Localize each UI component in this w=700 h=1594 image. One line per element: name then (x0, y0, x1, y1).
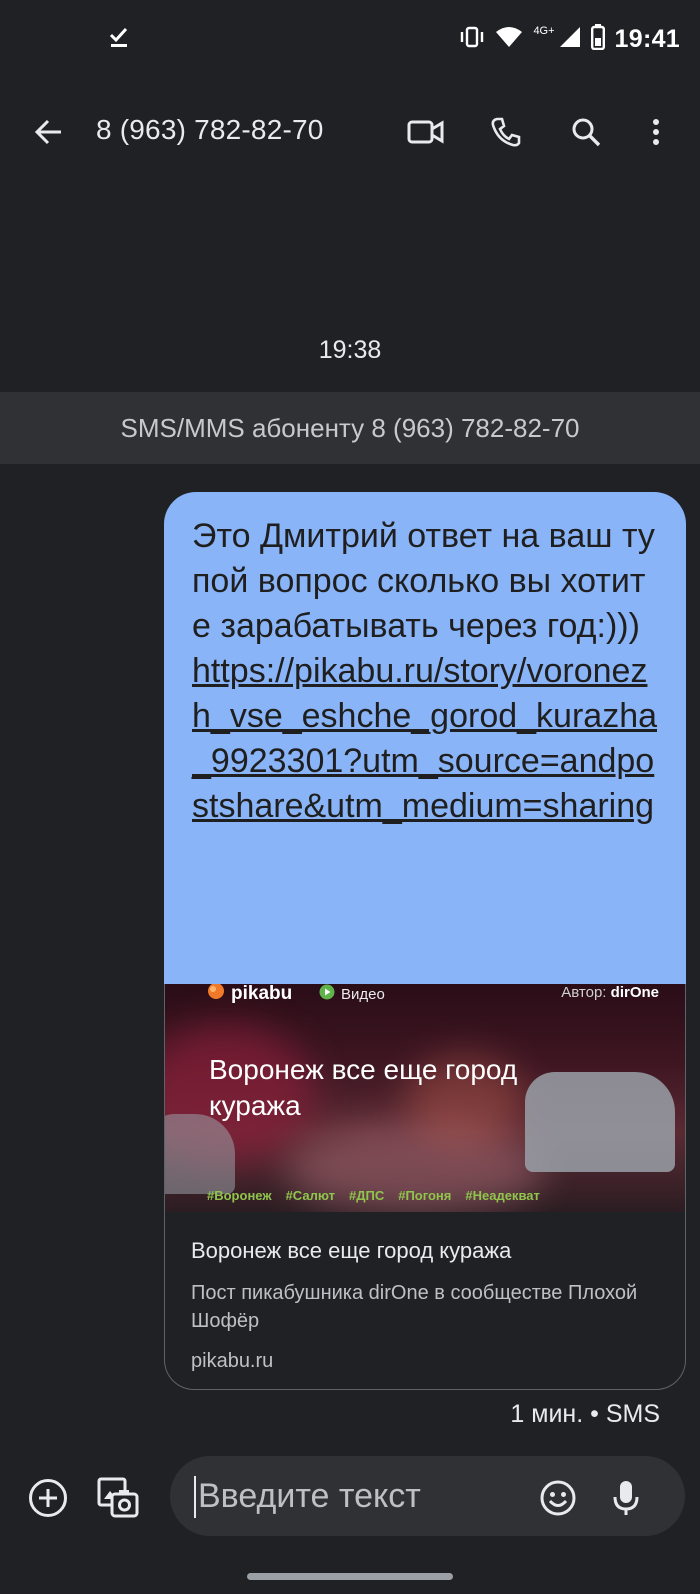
sms-recipient-banner: SMS/MMS абоненту 8 (963) 782-82-70 (0, 392, 700, 464)
pikabu-logo-icon (207, 984, 225, 1005)
hashtag: #Неадекват (465, 1188, 540, 1203)
video-call-icon[interactable] (404, 110, 448, 154)
status-icons: 4G+ 19:41 (459, 24, 680, 55)
back-arrow-icon[interactable] (26, 110, 70, 154)
video-label: Видео (341, 985, 385, 1003)
status-clock: 19:41 (614, 25, 680, 53)
status-bar: 4G+ 19:41 (0, 0, 700, 80)
message-status: 1 мин. • SMS (510, 1400, 660, 1428)
video-tag: Видео (319, 984, 385, 1004)
mic-icon[interactable] (602, 1474, 650, 1522)
conversation-timestamp: 19:38 (318, 336, 382, 364)
message-body: Это Дмитрий ответ на ваш тупой вопрос ск… (192, 517, 655, 645)
hashtag: #ДПС (349, 1188, 385, 1203)
hashtag: #Салют (285, 1188, 335, 1203)
outgoing-message-bubble[interactable]: Это Дмитрий ответ на ваш тупой вопрос ск… (164, 492, 686, 984)
compose-field[interactable] (170, 1456, 685, 1536)
battery-icon (590, 24, 605, 55)
link-preview-domain: pikabu.ru (191, 1350, 274, 1372)
message-input[interactable] (198, 1456, 528, 1536)
emoji-icon[interactable] (534, 1474, 582, 1522)
phone-icon[interactable] (484, 110, 528, 154)
download-done-icon (108, 26, 130, 53)
network-type-label: 4G+ (533, 24, 555, 37)
link-preview-title: Воронеж все еще город куража (191, 1238, 512, 1263)
more-vert-icon[interactable] (634, 110, 678, 154)
add-circle-icon[interactable] (24, 1474, 72, 1522)
wifi-icon (495, 26, 523, 53)
gallery-icon[interactable] (94, 1474, 142, 1522)
signal-icon (559, 26, 581, 53)
author-prefix: Автор: (561, 984, 607, 1001)
message-text: Это Дмитрий ответ на ваш тупой вопрос ск… (192, 514, 660, 829)
author-name: dirOne (610, 984, 659, 1001)
message-link[interactable]: https://pikabu.ru/story/voronezh_vse_esh… (192, 652, 657, 825)
gesture-nav-handle[interactable] (247, 1573, 453, 1580)
hashtag-list: #Воронеж #Салют #ДПС #Погоня #Неадекват (207, 1188, 540, 1203)
pikabu-brand-name: pikabu (231, 984, 293, 1004)
play-icon (319, 984, 335, 1004)
pikabu-logo: pikabu (207, 984, 292, 1005)
link-preview-description: Пост пикабушника dirOne в сообществе Пло… (191, 1282, 638, 1332)
link-preview-card[interactable]: pikabu Видео Автор: dirOne Воронеж все е… (164, 984, 686, 1390)
contact-title[interactable]: 8 (963) 782-82-70 (96, 114, 324, 146)
author-tag: Автор: dirOne (561, 984, 659, 1001)
compose-bar (0, 1456, 700, 1536)
preview-image-headline: Воронеж все еще город куража (209, 1054, 518, 1121)
text-cursor (194, 1476, 196, 1518)
search-icon[interactable] (564, 110, 608, 154)
conversation-app-bar: 8 (963) 782-82-70 (0, 92, 700, 172)
vibrate-icon (459, 25, 485, 54)
messages-screen: 4G+ 19:41 8 (963) 782-82-70 19:38 SMS/MM… (0, 0, 700, 1594)
hashtag: #Воронеж (207, 1188, 272, 1203)
link-preview-image[interactable]: pikabu Видео Автор: dirOne Воронеж все е… (165, 984, 685, 1212)
hashtag: #Погоня (398, 1188, 452, 1203)
